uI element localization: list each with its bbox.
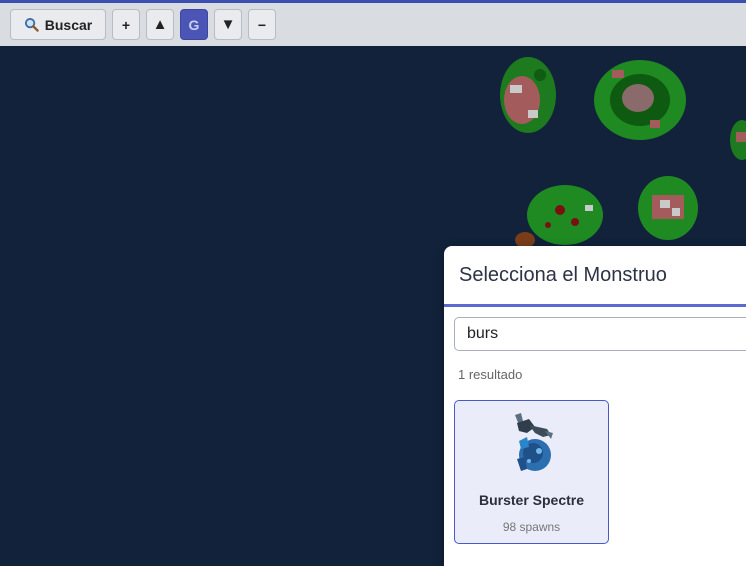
island-5	[638, 176, 698, 240]
burster-spectre-sprite	[515, 413, 553, 471]
modal-title: Selecciona el Monstruo	[444, 246, 746, 307]
monster-name: Burster Spectre	[478, 492, 585, 508]
monster-result-card[interactable]: Burster Spectre 98 spawns	[454, 400, 609, 544]
monster-spawn-count: 98 spawns	[502, 520, 561, 534]
monster-select-modal: Selecciona el Monstruo 1 resultado Burst…	[444, 246, 746, 566]
monster-search-input[interactable]	[454, 317, 746, 351]
search-button[interactable]: Buscar	[10, 9, 106, 40]
island-1	[500, 57, 556, 133]
floor-up-button[interactable]: ▲	[146, 9, 174, 40]
zoom-in-button[interactable]: +	[112, 9, 140, 40]
map-toolbar: Buscar + ▲ G ▼ −	[0, 0, 746, 46]
search-icon	[24, 17, 39, 32]
floor-down-button[interactable]: ▼	[214, 9, 242, 40]
result-count: 1 resultado	[458, 367, 523, 382]
zoom-out-button[interactable]: −	[248, 9, 276, 40]
search-button-label: Buscar	[44, 16, 93, 33]
island-2	[594, 60, 686, 140]
grid-toggle-button[interactable]: G	[180, 9, 208, 40]
